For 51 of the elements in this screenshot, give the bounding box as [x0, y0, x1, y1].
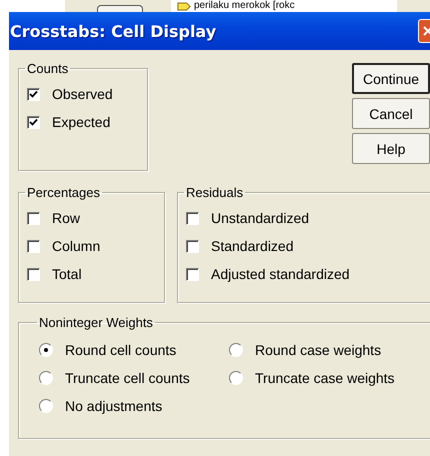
radio-option[interactable]: Truncate case weights	[229, 364, 430, 392]
radio-label[interactable]: Truncate case weights	[255, 370, 395, 386]
checkmark-icon	[29, 118, 38, 126]
checkbox-option[interactable]: Unstandardized	[186, 204, 430, 232]
checkbox-label[interactable]: Observed	[52, 86, 113, 102]
checkbox-label[interactable]: Total	[52, 266, 82, 282]
radio-label[interactable]: No adjustments	[65, 398, 162, 414]
checkbox-label[interactable]: Unstandardized	[211, 210, 310, 226]
dialog-button[interactable]: Continue	[352, 63, 430, 94]
checkmark-icon	[29, 90, 38, 98]
checkbox[interactable]	[27, 268, 40, 280]
checkbox-option[interactable]: Observed	[27, 80, 141, 108]
radio-option[interactable]: Round cell counts	[39, 336, 229, 364]
radio-option[interactable]: No adjustments	[39, 392, 229, 420]
checkbox-option[interactable]: Column	[27, 232, 158, 260]
checkbox[interactable]	[186, 268, 199, 280]
checkbox-label[interactable]: Adjusted standardized	[211, 266, 350, 282]
checkbox-label[interactable]: Expected	[52, 114, 110, 130]
checkbox-option[interactable]: Row	[27, 204, 158, 232]
checkbox-label[interactable]: Standardized	[211, 238, 294, 254]
radio-button[interactable]	[39, 371, 53, 385]
group-title: Noninteger Weights	[38, 315, 154, 330]
group-title: Residuals	[185, 185, 244, 200]
radio-option[interactable]: Truncate cell counts	[39, 364, 229, 392]
checkbox[interactable]	[186, 240, 199, 252]
checkbox[interactable]	[27, 212, 40, 224]
checkbox-label[interactable]: Column	[52, 238, 100, 254]
checkbox[interactable]	[27, 88, 40, 100]
radio-label[interactable]: Truncate cell counts	[65, 370, 190, 386]
radio-option[interactable]: Round case weights	[229, 336, 430, 364]
dialog-button[interactable]: Cancel	[352, 98, 430, 129]
checkbox[interactable]	[27, 116, 40, 128]
checkbox-label[interactable]: Row	[52, 210, 80, 226]
radio-button[interactable]	[229, 343, 243, 357]
radio-label[interactable]: Round case weights	[255, 342, 382, 358]
group-title: Percentages	[26, 185, 101, 200]
checkbox-option[interactable]: Adjusted standardized	[186, 260, 430, 288]
radio-button[interactable]	[39, 399, 53, 413]
radio-button[interactable]	[229, 371, 243, 385]
window-title: Crosstabs: Cell Display	[9, 22, 216, 40]
radio-label[interactable]: Round cell counts	[65, 342, 176, 358]
checkbox-option[interactable]: Standardized	[186, 232, 430, 260]
checkbox[interactable]	[186, 212, 199, 224]
checkbox-option[interactable]: Expected	[27, 108, 141, 136]
dialog-button[interactable]: Help	[352, 133, 430, 164]
close-button[interactable]	[418, 19, 430, 43]
variable-name: perilaku merokok [rokc	[194, 0, 295, 12]
group-title: Counts	[26, 61, 70, 76]
checkbox-option[interactable]: Total	[27, 260, 158, 288]
checkbox[interactable]	[27, 240, 40, 252]
radio-button[interactable]	[39, 343, 53, 357]
